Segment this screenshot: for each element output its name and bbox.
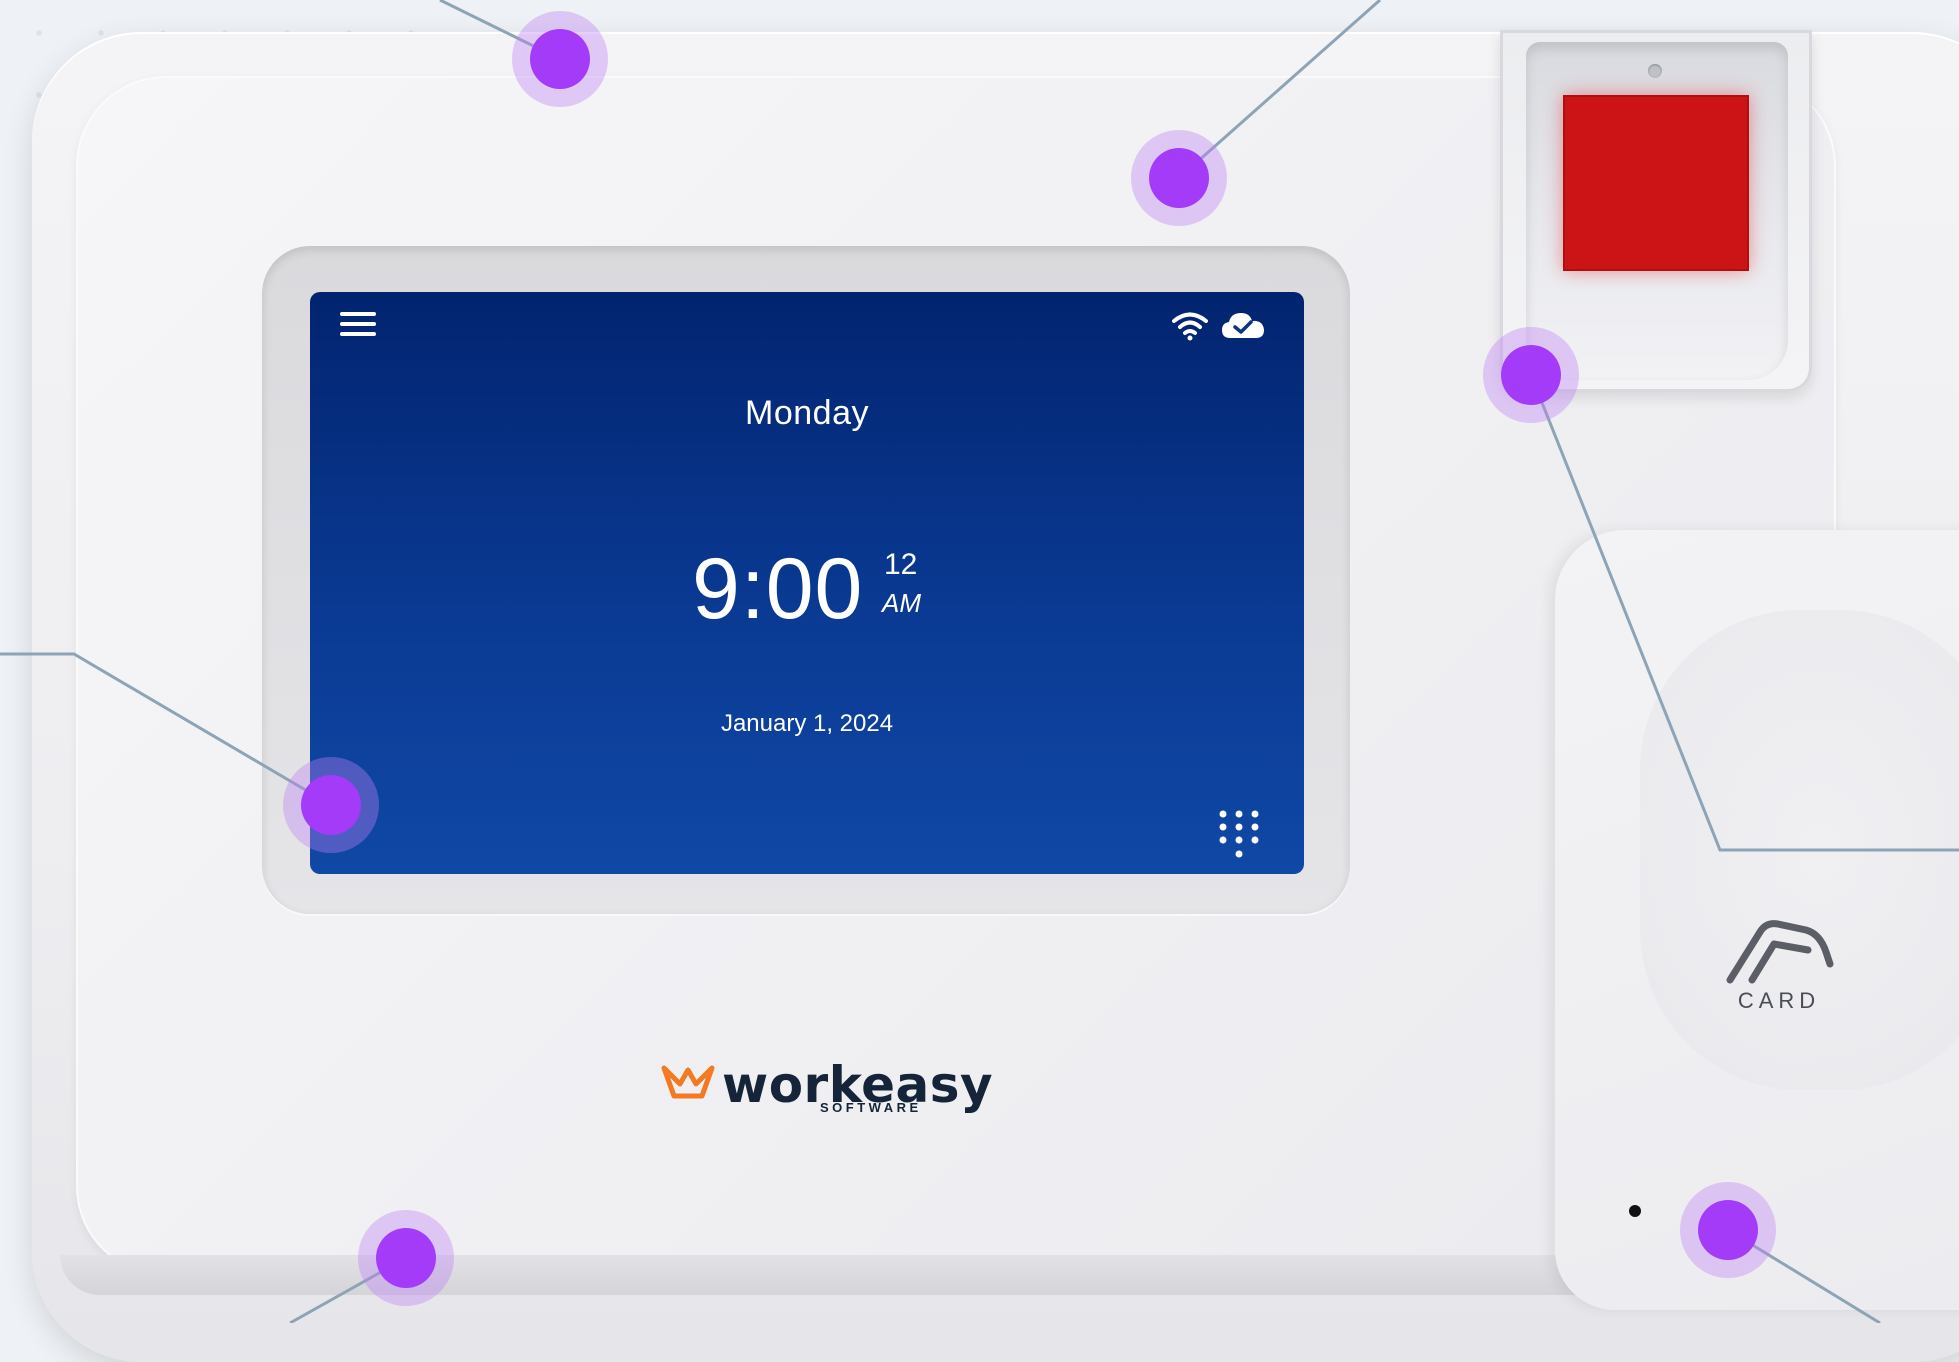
hotspot-marker[interactable]: [1483, 327, 1579, 423]
card-tap-area[interactable]: [1640, 610, 1959, 1090]
fingerprint-sensor[interactable]: [1563, 95, 1749, 271]
date-label: January 1, 2024: [720, 710, 894, 737]
card-tap-icon: [1726, 920, 1834, 984]
cloud-check-icon: [1222, 313, 1264, 338]
card-label: CARD: [1737, 988, 1821, 1013]
hotspot-marker[interactable]: [1131, 130, 1227, 226]
hotspot-marker[interactable]: [1680, 1182, 1776, 1278]
weekday-label: Monday: [745, 394, 869, 432]
logo-tagline: SOFTWARE: [820, 1100, 922, 1115]
wifi-icon: [1172, 312, 1208, 341]
hotspot-marker[interactable]: [512, 11, 608, 107]
device-bottom-edge: [60, 1255, 1620, 1295]
workeasy-logo: workeasy SOFTWARE: [660, 1056, 993, 1120]
clock-hours-minutes: 9:00: [692, 541, 864, 637]
sensor-pin: [1648, 64, 1662, 78]
hotspot-marker[interactable]: [358, 1210, 454, 1306]
crown-logo-icon: [661, 1065, 715, 1099]
clock-period: AM: [882, 588, 921, 618]
status-led: [1629, 1205, 1641, 1217]
clock-seconds: 12: [884, 548, 918, 581]
hamburger-menu-icon[interactable]: [340, 312, 376, 342]
keypad-icon[interactable]: [1215, 808, 1263, 862]
touch-screen[interactable]: Monday 9:00 12 AM January 1, 2024: [310, 292, 1304, 874]
hotspot-marker[interactable]: [283, 757, 379, 853]
